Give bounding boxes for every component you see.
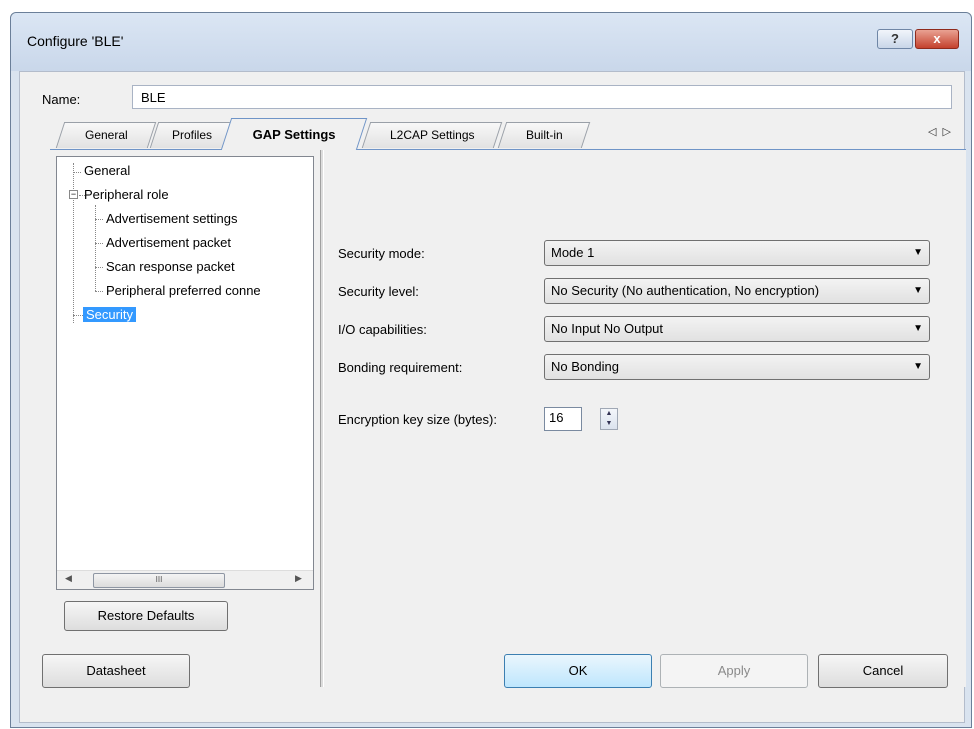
encryption-key-size-stepper[interactable]: ▲ ▼ [600,408,618,430]
scroll-left-icon[interactable]: ◀ [65,573,72,584]
dropdown-arrow-icon: ▼ [913,285,923,296]
dialog-client: Name: General Profiles GAP Settings L2CA… [19,71,966,723]
tree-item-security[interactable]: Security [83,307,136,322]
name-label: Name: [42,92,81,107]
tree-connector-line [95,205,96,291]
tab-scroll-arrows: ◁▷ [928,125,957,138]
collapse-icon[interactable]: − [69,190,78,199]
tab-gap-settings[interactable]: GAP Settings [220,118,368,150]
restore-defaults-button[interactable]: Restore Defaults [64,601,228,631]
scroll-right-icon[interactable]: ▶ [295,573,302,584]
spin-up-icon[interactable]: ▲ [601,409,617,419]
tree-item-general[interactable]: General [81,163,133,178]
name-input[interactable] [132,85,952,109]
cancel-button[interactable]: Cancel [818,654,948,688]
encryption-key-size-input[interactable]: 16 [544,407,582,431]
tab-built-in[interactable]: Built-in [497,122,591,148]
tree-connector-line [73,172,81,173]
tab-profiles-label: Profiles [171,128,212,142]
tab-l2cap-settings-label: L2CAP Settings [389,128,475,142]
io-capabilities-label: I/O capabilities: [338,322,427,337]
io-capabilities-value: No Input No Output [551,321,664,336]
dropdown-arrow-icon: ▼ [913,361,923,372]
close-button[interactable]: x [915,29,959,49]
tree-horizontal-scrollbar[interactable]: ◀ III ▶ [57,570,313,589]
encryption-key-size-label: Encryption key size (bytes): [338,412,497,427]
tree-connector-line [95,243,103,244]
scrollbar-thumb[interactable]: III [93,573,225,588]
tab-gap-settings-label: GAP Settings [252,127,336,142]
security-mode-label: Security mode: [338,246,425,261]
security-mode-value: Mode 1 [551,245,595,260]
tree-connector-line [73,315,83,316]
tab-l2cap-settings[interactable]: L2CAP Settings [361,122,503,148]
security-level-select[interactable]: No Security (No authentication, No encry… [544,278,930,304]
spin-down-icon[interactable]: ▼ [601,419,617,429]
tree-connector-line [95,291,103,292]
security-mode-select[interactable]: Mode 1 ▼ [544,240,930,266]
tab-general[interactable]: General [55,122,157,148]
help-button[interactable]: ? [877,29,913,49]
tab-built-in-label: Built-in [525,128,563,142]
security-level-value: No Security (No authentication, No encry… [551,283,820,298]
bonding-requirement-label: Bonding requirement: [338,360,463,375]
tree-item-advertisement-packet[interactable]: Advertisement packet [103,235,234,250]
tree-item-peripheral-preferred-connection[interactable]: Peripheral preferred conne [103,283,264,298]
security-level-label: Security level: [338,284,419,299]
apply-button[interactable]: Apply [660,654,808,688]
tree-connector-line [73,163,74,323]
ok-button[interactable]: OK [504,654,652,688]
title-bar[interactable]: Configure 'BLE' ? x [11,13,971,71]
datasheet-button[interactable]: Datasheet [42,654,190,688]
tab-scroll-left-icon[interactable]: ◁ [928,126,942,138]
tab-panel: General − Peripheral role Advertisement … [50,150,966,687]
panel-divider[interactable] [320,150,324,687]
window-title: Configure 'BLE' [27,33,124,49]
tab-scroll-right-icon[interactable]: ▷ [942,126,956,138]
tab-general-label: General [84,128,128,142]
bonding-requirement-select[interactable]: No Bonding ▼ [544,354,930,380]
bonding-requirement-value: No Bonding [551,359,619,374]
tree-item-advertisement-settings[interactable]: Advertisement settings [103,211,241,226]
dialog-window: Configure 'BLE' ? x Name: General Profil… [10,12,972,728]
tree-item-scan-response-packet[interactable]: Scan response packet [103,259,238,274]
settings-tree[interactable]: General − Peripheral role Advertisement … [56,156,314,590]
tree-connector-line [95,267,103,268]
dropdown-arrow-icon: ▼ [913,247,923,258]
tree-item-peripheral-role[interactable]: Peripheral role [81,187,172,202]
io-capabilities-select[interactable]: No Input No Output ▼ [544,316,930,342]
dropdown-arrow-icon: ▼ [913,323,923,334]
tree-connector-line [95,219,103,220]
